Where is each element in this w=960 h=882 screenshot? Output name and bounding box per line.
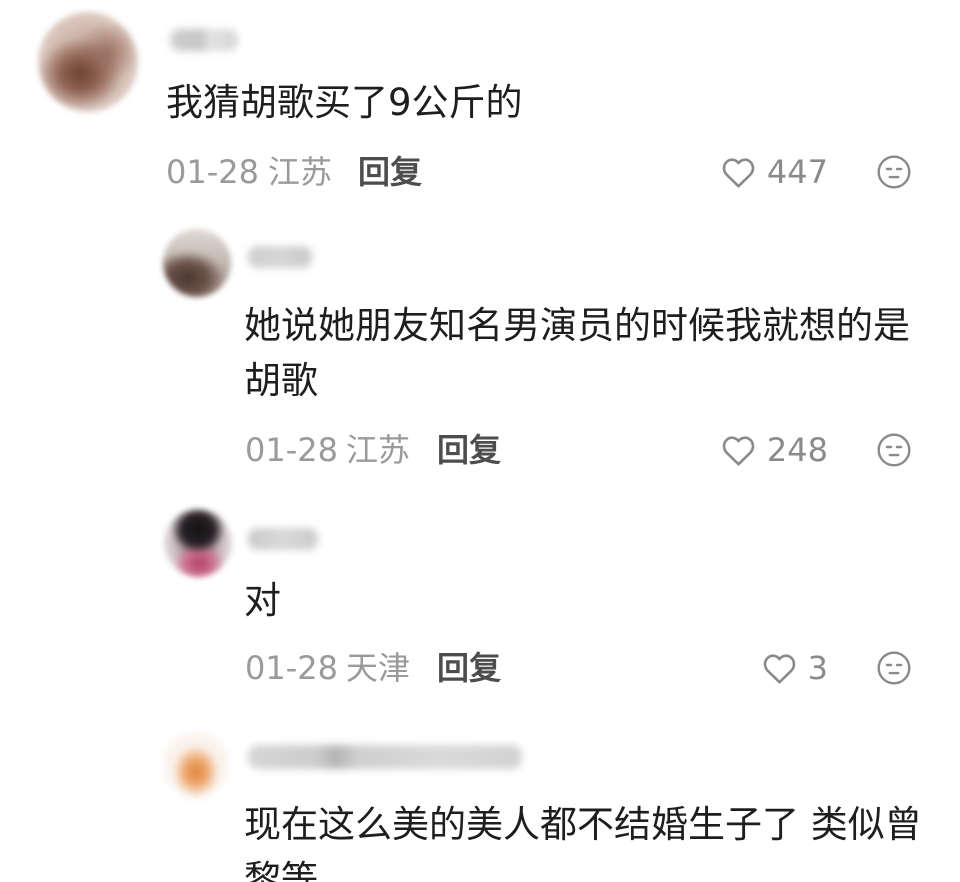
comment-text-line: 我猜胡歌买了9公斤的 — [166, 81, 523, 124]
like-count: 3 — [807, 649, 828, 687]
unamused-face-icon — [877, 433, 911, 467]
reply-location: 江苏 — [346, 431, 411, 469]
reply-text-line: 现在这么美的美人都不结婚生子了 类似曾 — [244, 803, 922, 846]
reply-date: 01-28 — [245, 431, 338, 469]
comment-meta: 01-28 江苏 回复 447 — [0, 152, 960, 192]
username-blurred[interactable] — [248, 246, 312, 268]
heart-icon — [763, 654, 795, 684]
reply-date: 01-28 — [245, 649, 338, 687]
avatar[interactable] — [162, 731, 230, 799]
username-blurred[interactable] — [248, 528, 318, 550]
reply-button[interactable]: 回复 — [437, 648, 501, 688]
like-count: 447 — [766, 153, 828, 191]
reply-button[interactable]: 回复 — [358, 152, 422, 192]
username-blurred[interactable] — [248, 745, 522, 769]
heart-icon — [722, 436, 755, 466]
reply-meta: 01-28 江苏 回复 248 — [0, 430, 960, 470]
unamused-face-icon — [877, 651, 911, 685]
reply-meta: 01-28 天津 回复 3 — [0, 648, 960, 688]
like-count: 248 — [766, 431, 828, 469]
dislike-button[interactable] — [876, 432, 912, 468]
comment-location: 江苏 — [268, 153, 333, 191]
reply-text-line: 黎等 — [244, 858, 318, 882]
comment-date: 01-28 — [166, 153, 259, 191]
dislike-button[interactable] — [876, 154, 912, 190]
heart-icon — [722, 158, 755, 188]
like-button[interactable]: 3 — [761, 648, 828, 688]
reply-text-line: 她说她朋友知名男演员的时候我就想的是 — [244, 304, 910, 347]
avatar[interactable] — [163, 229, 231, 297]
avatar[interactable] — [38, 12, 138, 112]
avatar[interactable] — [164, 509, 232, 577]
like-button[interactable]: 447 — [720, 152, 828, 192]
unamused-face-icon — [877, 155, 911, 189]
reply-text-line: 胡歌 — [244, 359, 318, 402]
username-blurred[interactable] — [170, 29, 238, 51]
like-button[interactable]: 248 — [720, 430, 828, 470]
dislike-button[interactable] — [876, 650, 912, 686]
reply-location: 天津 — [346, 649, 411, 687]
comment-thread: 我猜胡歌买了9公斤的 01-28 江苏 回复 447 她说她朋友知名男演员的时候… — [0, 0, 960, 882]
reply-text-line: 对 — [244, 579, 281, 622]
reply-button[interactable]: 回复 — [437, 430, 501, 470]
